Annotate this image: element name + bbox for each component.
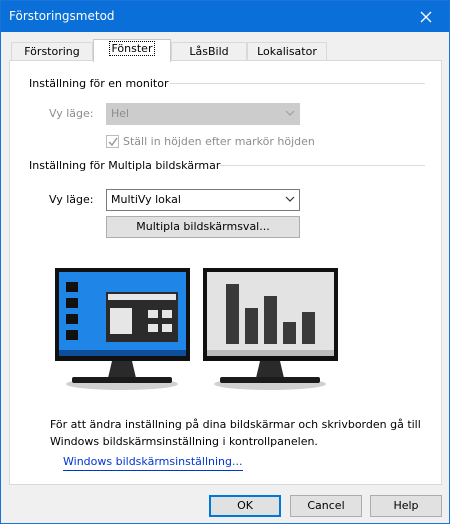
- chevron-down-icon: [285, 110, 295, 116]
- multi-monitor-heading: Inställning för Multipla bildskärmar: [29, 159, 221, 172]
- tab-label: Fönster: [108, 41, 156, 56]
- tab-fonster[interactable]: Fönster: [93, 39, 171, 62]
- monitor-right-icon: [203, 268, 338, 390]
- info-line: Windows bildskärmsinställning i kontroll…: [50, 435, 318, 448]
- cursor-height-label: Ställ in höjden efter markör höjden: [123, 135, 315, 148]
- titlebar: Förstoringsmetod: [1, 1, 449, 32]
- dialog-window: Förstoringsmetod Förstoring Fönster LåsB…: [0, 0, 450, 524]
- windows-display-settings-link[interactable]: Windows bildskärmsinställning...: [63, 455, 243, 471]
- multi-view-mode-select[interactable]: MultiVy lokal: [106, 189, 300, 211]
- single-monitor-heading: Inställning för en monitor: [29, 77, 169, 90]
- monitor-left-icon: [55, 268, 190, 390]
- monitors-illustration: [55, 268, 338, 390]
- checkmark-icon: [108, 137, 118, 147]
- tab-forstoring[interactable]: Förstoring: [11, 42, 93, 62]
- single-view-mode-value: Hel: [111, 107, 130, 120]
- tab-lasbild[interactable]: LåsBild: [171, 42, 247, 62]
- tab-label: Lokalisator: [257, 45, 317, 58]
- multi-view-mode-label: Vy läge:: [49, 193, 94, 206]
- info-line: För att ändra inställning på dina bildsk…: [50, 418, 421, 431]
- multi-monitor-select-button[interactable]: Multipla bildskärmsval...: [106, 216, 300, 238]
- multi-view-mode-value: MultiVy lokal: [111, 193, 181, 206]
- display-settings-info: För att ändra inställning på dina bildsk…: [50, 416, 430, 450]
- window-title: Förstoringsmetod: [9, 9, 115, 23]
- close-icon[interactable]: [403, 1, 449, 32]
- single-view-mode-label: Vy läge:: [49, 107, 94, 120]
- tab-panel-fonster: Inställning för en monitor Vy läge: Hel …: [9, 60, 442, 485]
- cancel-button[interactable]: Cancel: [290, 495, 362, 517]
- help-button[interactable]: Help: [370, 495, 442, 517]
- group-divider: [198, 165, 425, 166]
- tab-label: LåsBild: [189, 45, 229, 58]
- single-view-mode-select[interactable]: Hel: [106, 103, 300, 125]
- ok-button[interactable]: OK: [209, 495, 281, 517]
- tab-lokalisator[interactable]: Lokalisator: [247, 42, 327, 62]
- cursor-height-checkbox[interactable]: [106, 135, 119, 148]
- tab-label: Förstoring: [24, 45, 80, 58]
- group-divider: [170, 83, 425, 84]
- chevron-down-icon: [285, 196, 295, 202]
